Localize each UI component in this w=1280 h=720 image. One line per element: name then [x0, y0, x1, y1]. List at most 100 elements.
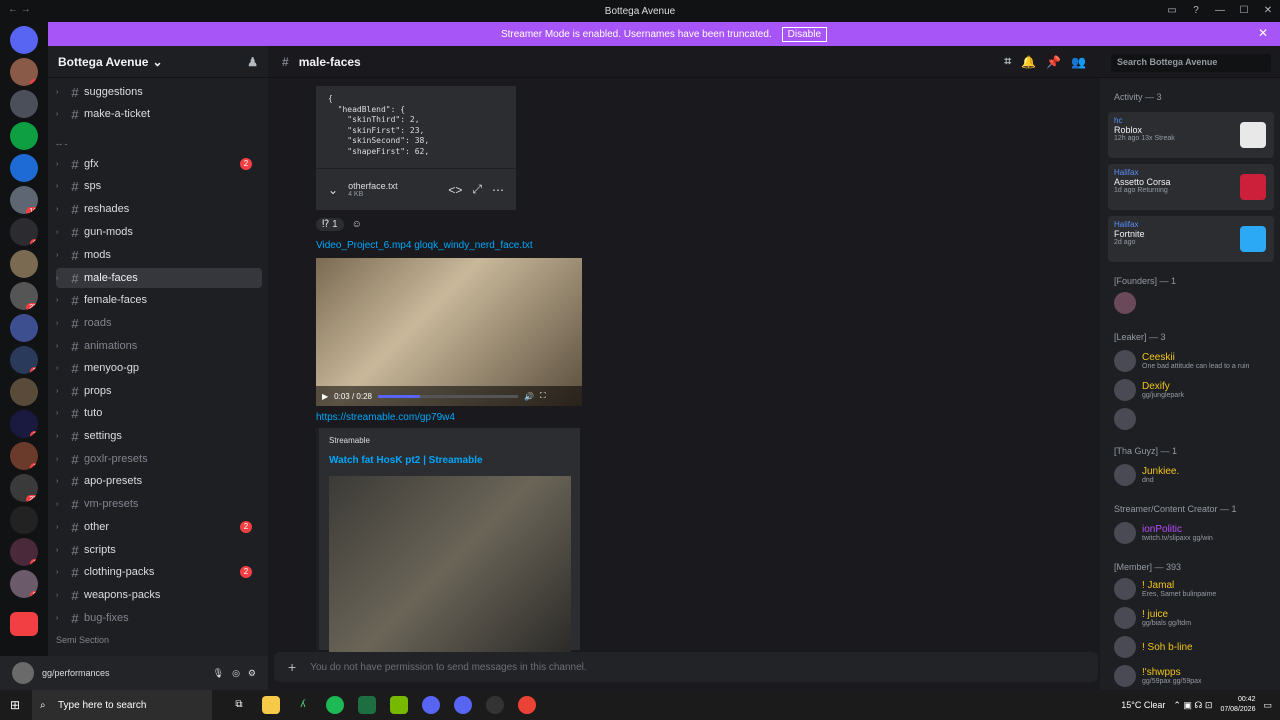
close-icon[interactable]: ✕ — [1256, 0, 1280, 22]
mic-icon[interactable]: 🎙 — [213, 668, 224, 679]
code-icon[interactable]: <> — [448, 183, 462, 197]
guild-header[interactable]: Bottega Avenue ⌄ ♟ — [48, 46, 268, 78]
channel-item[interactable]: › # other 2 — [56, 517, 262, 537]
server-icon[interactable]: 16 — [10, 186, 38, 214]
member-item[interactable]: !'shwpps gg/59pax gg/59pax — [1114, 663, 1274, 689]
file-links[interactable]: Video_Project_6.mp4 gloqk_windy_nerd_fac… — [316, 240, 533, 251]
add-reaction-icon[interactable]: ☺ — [352, 219, 362, 230]
channel-item[interactable]: › # goxlr-presets — [56, 449, 262, 469]
notification-icon[interactable]: ▭ — [1263, 700, 1272, 711]
app-icon[interactable]: ʎ — [294, 696, 312, 714]
server-icon[interactable]: 7 — [10, 410, 38, 438]
help-icon[interactable]: ? — [1184, 0, 1208, 22]
plus-icon[interactable]: + — [288, 659, 296, 675]
server-icon[interactable] — [10, 122, 38, 150]
more-icon[interactable]: ⋯ — [492, 183, 504, 197]
channel-item[interactable]: › # suggestions — [56, 82, 262, 102]
channel-item[interactable]: › # female-faces — [56, 290, 262, 310]
chrome-icon[interactable] — [518, 696, 536, 714]
member-item[interactable]: ionPolitic twitch.tv/slipaxx gg/win — [1114, 520, 1274, 546]
activity-card[interactable]: Halifax Fortnite 2d ago — [1108, 216, 1274, 262]
new-servers-badge[interactable] — [10, 612, 38, 636]
headphones-icon[interactable]: ◎ — [232, 668, 240, 679]
discord-icon[interactable] — [422, 696, 440, 714]
member-item[interactable] — [1114, 406, 1274, 432]
inbox-icon[interactable]: ▭ — [1160, 0, 1184, 22]
search-input[interactable]: Search Bottega Avenue — [1111, 54, 1271, 72]
server-icon[interactable]: 25 — [10, 474, 38, 502]
server-icon[interactable]: 1 — [10, 442, 38, 470]
server-icon[interactable] — [10, 314, 38, 342]
channel-item[interactable]: › # clothing-packs 2 — [56, 562, 262, 582]
notification-bell-icon[interactable]: 🔔 — [1021, 55, 1036, 69]
embed-title[interactable]: Watch fat HosK pt2 | Streamable — [329, 455, 570, 466]
channel-item[interactable]: › # animations — [56, 336, 262, 356]
chevron-down-icon[interactable]: ⌄ — [328, 183, 338, 197]
weather-text[interactable]: 15°C Clear — [1121, 700, 1165, 710]
semi-section-category[interactable]: Semi Section — [56, 630, 262, 650]
member-item[interactable]: Dexify gg/junglepark — [1114, 377, 1274, 403]
server-icon[interactable]: 25 — [10, 282, 38, 310]
task-view-icon[interactable]: ⧉ — [230, 696, 248, 714]
taskbar-search[interactable]: ⌕ Type here to search — [32, 690, 212, 720]
video-player[interactable]: ▶ 0:03 / 0:28 🔊 ⛶ — [316, 258, 582, 406]
obs-icon[interactable] — [486, 696, 504, 714]
channel-item[interactable]: › # reshades — [56, 199, 262, 219]
embed-thumbnail[interactable] — [329, 476, 571, 652]
pin-icon[interactable]: 📌 — [1046, 55, 1061, 69]
gear-icon[interactable]: ⚙ — [248, 668, 256, 679]
channel-item[interactable]: › # vm-presets — [56, 494, 262, 514]
video-progress[interactable] — [377, 394, 518, 398]
channel-item[interactable]: › # sps — [56, 176, 262, 196]
channel-item[interactable]: › # apo-presets — [56, 471, 262, 491]
volume-icon[interactable]: 🔊 — [524, 392, 534, 401]
channel-item[interactable]: › # scripts — [56, 540, 262, 560]
channel-item[interactable]: › # bug-fixes — [56, 608, 262, 628]
channel-item[interactable]: › # props — [56, 381, 262, 401]
channel-item[interactable]: › # male-faces — [56, 268, 262, 288]
server-icon[interactable]: 6 — [10, 218, 38, 246]
windows-start-icon[interactable]: ⊞ — [10, 698, 20, 712]
server-icon[interactable] — [10, 154, 38, 182]
fullscreen-icon[interactable]: ⛶ — [540, 391, 546, 401]
channel-item[interactable]: › # mods — [56, 245, 262, 265]
channel-item[interactable]: › # make-a-ticket — [56, 104, 262, 124]
threads-icon[interactable]: ⌗ — [1004, 54, 1011, 69]
server-icon[interactable] — [10, 250, 38, 278]
channel-item[interactable]: › # menyoo-gp — [56, 358, 262, 378]
member-item[interactable]: ! Soh b-line — [1114, 634, 1274, 660]
spotify-icon[interactable] — [326, 696, 344, 714]
avatar[interactable] — [12, 662, 34, 684]
channel-item[interactable]: › # settings — [56, 426, 262, 446]
channel-item[interactable]: › # tuto — [56, 403, 262, 423]
minimize-icon[interactable]: — — [1208, 0, 1232, 22]
member-item[interactable]: ! Jamal Eres, Samet bulinpaime — [1114, 576, 1274, 602]
channel-item[interactable]: › # roads — [56, 313, 262, 333]
members-icon[interactable]: 👥 — [1071, 55, 1086, 69]
add-member-icon[interactable]: ♟ — [247, 55, 258, 69]
server-icon[interactable]: 9 — [10, 570, 38, 598]
member-item[interactable] — [1114, 290, 1274, 316]
server-icon[interactable]: 5 — [10, 346, 38, 374]
activity-card[interactable]: hc Roblox 12h ago 13x Streak — [1108, 112, 1274, 158]
discord-icon[interactable] — [454, 696, 472, 714]
activity-card[interactable]: Halifax Assetto Corsa 1d ago Returning — [1108, 164, 1274, 210]
channel-item[interactable]: › # gfx 2 — [56, 154, 262, 174]
tray-icons[interactable]: ⌃ ▣ ☊ ⊡ — [1173, 700, 1212, 711]
server-icon[interactable]: 4 — [10, 58, 38, 86]
channel-item[interactable]: › # gun-mods — [56, 222, 262, 242]
discord-home-icon[interactable] — [10, 26, 38, 54]
server-icon[interactable] — [10, 506, 38, 534]
url-link[interactable]: https://streamable.com/gp79w4 — [316, 412, 455, 423]
file-explorer-icon[interactable] — [262, 696, 280, 714]
close-icon[interactable]: ✕ — [1258, 26, 1268, 40]
clock[interactable]: 00:42 07/08/2026 — [1220, 695, 1255, 715]
member-item[interactable]: Junkiee. dnd — [1114, 462, 1274, 488]
excel-icon[interactable] — [358, 696, 376, 714]
member-item[interactable]: Ceeskii One bad attitude can lead to a ru… — [1114, 348, 1274, 374]
reaction[interactable]: ⁉ 1 — [316, 218, 344, 231]
channel-item[interactable]: › # weapons-packs — [56, 585, 262, 605]
attachment[interactable]: ⌄ otherface.txt 4 KB <> ⤢ ⋯ — [316, 168, 516, 210]
server-icon[interactable]: 1 — [10, 538, 38, 566]
member-item[interactable]: ! juice gg/bials gg/ltdm — [1114, 605, 1274, 631]
